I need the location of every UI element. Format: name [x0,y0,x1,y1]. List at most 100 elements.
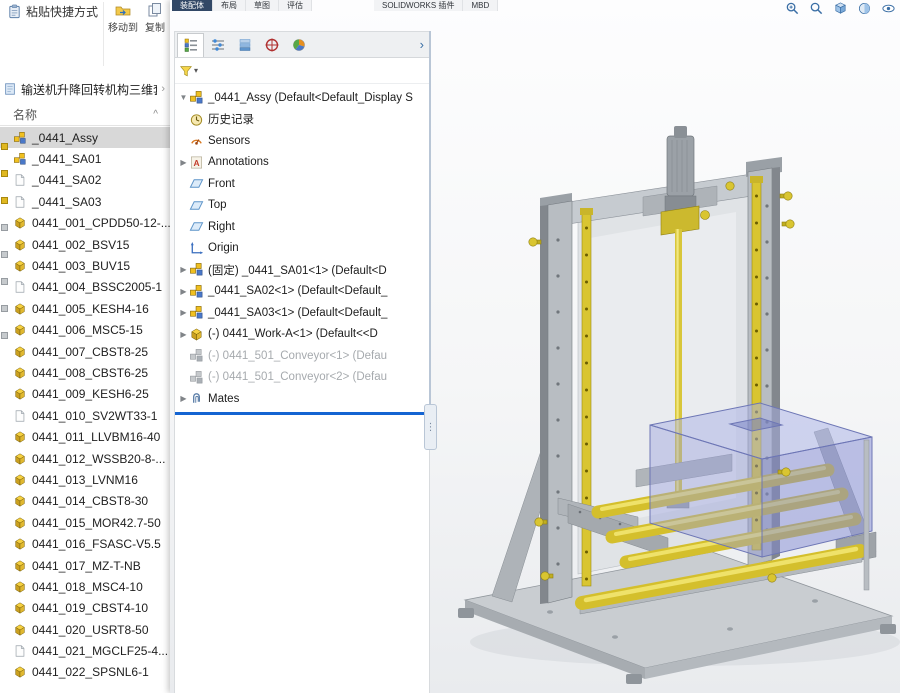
file-list: _0441_Assy _0441_SA01 _0441_SA02 _0441_S… [0,127,170,693]
panel-collapse-chevron[interactable]: › [420,37,429,52]
ribbon-tab[interactable]: SOLIDWORKS 插件 [374,0,463,11]
file-row[interactable]: 0441_002_BSV15 [0,234,170,255]
file-label: 0441_008_CBST6-25 [32,366,148,380]
chevron-right-icon: › [161,83,170,95]
file-row[interactable]: 0441_007_CBST8-25 [0,341,170,362]
file-row[interactable]: 0441_008_CBST6-25 [0,362,170,383]
paste-shortcut-button[interactable]: 粘贴快捷方式 [7,3,98,20]
part-file-icon [13,345,27,359]
ribbon-tab[interactable]: MBD [463,0,498,11]
feature-tree-item[interactable]: Right [175,216,429,238]
panel-splitter[interactable] [429,31,431,447]
file-row[interactable]: _0441_SA03 [0,191,170,212]
file-row[interactable]: 0441_015_MOR42.7-50 [0,512,170,533]
file-row[interactable]: 0441_013_LVNM16 [0,469,170,490]
ribbon-tab[interactable]: 布局 [213,0,246,11]
move-to-button[interactable]: 移动到 [106,2,140,34]
feature-tree-root[interactable]: ▼ _0441_Assy (Default<Default_Display S [175,87,429,109]
filter-caret-icon[interactable]: ▾ [194,66,198,75]
file-label: 0441_004_BSSC2005-1 [32,280,162,294]
feature-tree-item[interactable]: ▶ _0441_SA02<1> (Default<Default_ [175,281,429,303]
file-row[interactable]: 0441_012_WSSB20-8-... [0,448,170,469]
file-row[interactable]: 0441_014_CBST8-30 [0,491,170,512]
plain-file-icon [13,173,27,187]
plane-icon [189,198,204,213]
part-file-icon [13,387,27,401]
file-row[interactable]: 0441_001_CPDD50-12-... [0,213,170,234]
feature-tree-item[interactable]: Front [175,173,429,195]
part-file-icon [13,473,27,487]
fm-tab-bar: › [175,32,429,58]
edge-icon [1,278,8,285]
expand-arrow-icon[interactable]: ▶ [178,394,189,403]
part-file-icon [13,430,27,444]
feature-tree-item[interactable]: 历史记录 [175,109,429,131]
expand-arrow-icon[interactable]: ▶ [178,330,189,339]
filter-bar[interactable]: ▾ [175,58,429,84]
part-file-icon [13,559,27,573]
displaymanager-tab[interactable] [285,33,312,57]
file-row[interactable]: 0441_017_MZ-T-NB [0,555,170,576]
name-column-header[interactable]: 名称 ^ [0,104,170,126]
file-row[interactable]: 0441_004_BSSC2005-1 [0,277,170,298]
file-row[interactable]: _0441_SA01 [0,148,170,169]
file-row[interactable]: 0441_018_MSC4-10 [0,576,170,597]
expand-arrow-icon[interactable]: ▶ [178,287,189,296]
edge-icon [1,332,8,339]
file-row[interactable]: 0441_009_KESH6-25 [0,384,170,405]
sort-ascending-icon: ^ [153,109,158,120]
zoom-area-icon[interactable] [809,1,824,16]
solidworks-window: 装配体布局草图评估 SOLIDWORKS 插件MBD › ▾ ▼ _0441_As… [170,0,900,693]
file-label: 0441_022_SPSNL6-1 [32,665,149,679]
feature-tree-item[interactable]: (-) 0441_501_Conveyor<2> (Defau [175,367,429,389]
file-row[interactable]: 0441_010_SV2WT33-1 [0,405,170,426]
file-row[interactable]: _0441_Assy [0,127,170,148]
featuremanager-tab[interactable] [177,33,204,57]
copy-button[interactable]: 复制 [138,2,172,34]
file-label: 0441_009_KESH6-25 [32,387,149,401]
folder-title-bar[interactable]: 输送机升降回转机构三维套图 › [0,78,170,100]
display-style-icon[interactable] [857,1,872,16]
hide-show-icon[interactable] [881,1,896,16]
file-label: 0441_014_CBST8-30 [32,494,148,508]
feature-tree-item[interactable]: ▶ (固定) _0441_SA01<1> (Default<D [175,259,429,281]
tree-item-label: _0441_SA02<1> (Default<Default_ [208,285,387,297]
feature-tree-item[interactable]: ▶ _0441_SA03<1> (Default<Default_ [175,302,429,324]
file-row[interactable]: 0441_019_CBST4-10 [0,598,170,619]
view-orientation-icon[interactable] [833,1,848,16]
collapse-arrow-icon[interactable]: ▼ [178,93,189,102]
file-row[interactable]: 0441_006_MSC5-15 [0,320,170,341]
propertymanager-tab[interactable] [204,33,231,57]
file-label: _0441_Assy [32,131,98,145]
part-file-icon [13,366,27,380]
feature-tree-item[interactable]: ▶ Annotations [175,152,429,174]
feature-tree-item[interactable]: Sensors [175,130,429,152]
dimxpertmanager-tab[interactable] [258,33,285,57]
asm-file-icon [13,152,27,166]
file-row[interactable]: 0441_021_MGCLF25-4... [0,640,170,661]
file-row[interactable]: 0441_020_USRT8-50 [0,619,170,640]
feature-tree-item[interactable]: (-) 0441_501_Conveyor<1> (Defau [175,345,429,367]
expand-arrow-icon[interactable]: ▶ [178,308,189,317]
feature-tree-item[interactable]: ▶ (-) 0441_Work-A<1> (Default<<D [175,324,429,346]
expand-arrow-icon[interactable]: ▶ [178,158,189,167]
file-row[interactable]: _0441_SA02 [0,170,170,191]
feature-tree-item[interactable]: Top [175,195,429,217]
ribbon-tab[interactable]: 草图 [246,0,279,11]
rollback-bar[interactable] [175,412,429,415]
feature-tree-item[interactable]: ▶ Mates [175,388,429,410]
expand-arrow-icon[interactable]: ▶ [178,265,189,274]
zoom-to-fit-icon[interactable] [785,1,800,16]
configurationmanager-tab[interactable] [231,33,258,57]
plane-icon [189,219,204,234]
file-row[interactable]: 0441_011_LLVBM16-40 [0,426,170,447]
file-row[interactable]: 0441_005_KESH4-16 [0,298,170,319]
feature-tree-item[interactable]: Origin [175,238,429,260]
ribbon-tab[interactable]: 装配体 [172,0,213,11]
filter-icon[interactable] [179,64,193,78]
file-row[interactable]: 0441_016_FSASC-V5.5 [0,533,170,554]
ribbon-tab[interactable]: 评估 [279,0,312,11]
splitter-handle[interactable]: ⋮ [424,404,437,450]
file-row[interactable]: 0441_003_BUV15 [0,255,170,276]
file-row[interactable]: 0441_022_SPSNL6-1 [0,662,170,683]
